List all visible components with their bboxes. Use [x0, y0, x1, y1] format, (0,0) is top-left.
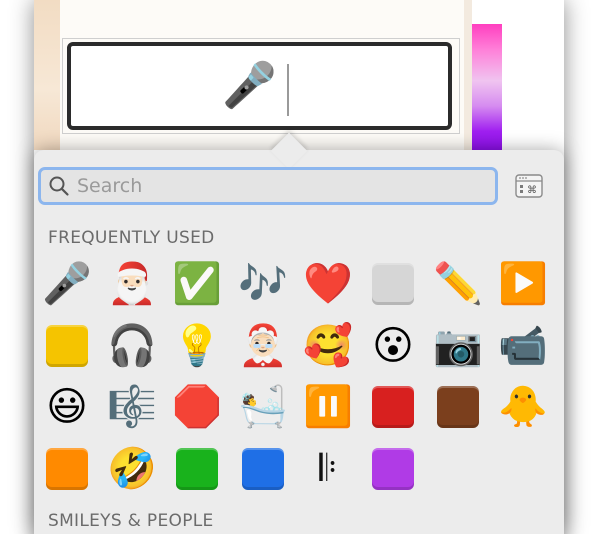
emoji-glyph: ⏸️ — [303, 384, 353, 430]
emoji-button[interactable]: 🟩 — [171, 443, 223, 495]
emoji-button[interactable]: 📷 — [432, 320, 484, 372]
emoji-glyph: 😃 — [46, 384, 88, 430]
emoji-glyph: 🎼 — [107, 384, 157, 430]
inserted-emoji: 🎤 — [222, 60, 277, 111]
search-field[interactable] — [38, 167, 498, 205]
emoji-glyph: ❤️ — [303, 261, 353, 307]
emoji-glyph: 🤣 — [107, 446, 157, 492]
emoji-glyph: 🎧 — [107, 323, 157, 369]
color-square-emoji: ⬜ — [372, 263, 414, 305]
emoji-button[interactable]: 😮 — [367, 320, 419, 372]
category-grid-icon[interactable]: ⌘ — [515, 174, 543, 198]
emoji-glyph: ✅ — [172, 261, 222, 307]
emoji-button[interactable]: ⬜ — [367, 258, 419, 310]
search-input[interactable] — [77, 172, 477, 200]
color-square-emoji: 🟥 — [372, 386, 414, 428]
emoji-glyph: 💡 — [172, 323, 222, 369]
document-margin-right — [464, 0, 472, 150]
emoji-glyph: ▶️ — [498, 261, 548, 307]
emoji-button[interactable]: ✅ — [171, 258, 223, 310]
emoji-glyph: ✏️ — [433, 261, 483, 307]
emoji-button[interactable]: 🎶 — [237, 258, 289, 310]
emoji-glyph: 🛑 — [172, 384, 222, 430]
emoji-button[interactable]: ✏️ — [432, 258, 484, 310]
emoji-glyph: 😮 — [372, 323, 414, 369]
svg-text:⌘: ⌘ — [527, 185, 537, 196]
search-icon — [49, 176, 69, 196]
emoji-button[interactable]: 📹 — [497, 320, 549, 372]
emoji-button[interactable]: 🛑 — [171, 381, 223, 433]
emoji-button[interactable]: 🎅🏻 — [106, 258, 158, 310]
emoji-button[interactable]: ❤️ — [302, 258, 354, 310]
emoji-button[interactable]: 🤣 — [106, 443, 158, 495]
gradient-swatch — [472, 24, 502, 150]
emoji-button[interactable]: 🟧 — [41, 443, 93, 495]
emoji-button[interactable]: 🟦 — [237, 443, 289, 495]
text-cursor — [287, 64, 289, 116]
emoji-button[interactable]: 🎧 — [106, 320, 158, 372]
color-square-emoji: 🟫 — [437, 386, 479, 428]
emoji-glyph: 📷 — [433, 323, 483, 369]
section-title-smileys-people: SMILEYS & PEOPLE — [48, 511, 214, 531]
emoji-button[interactable]: 🟪 — [367, 443, 419, 495]
color-square-emoji: 🟪 — [372, 448, 414, 490]
document-background — [502, 0, 564, 150]
emoji-button[interactable]: 🟫 — [432, 381, 484, 433]
emoji-button[interactable]: 🛀 — [237, 381, 289, 433]
emoji-glyph: 🎤 — [42, 261, 92, 307]
emoji-glyph: 𝄆 — [319, 448, 337, 489]
emoji-button[interactable]: 🎤 — [41, 258, 93, 310]
emoji-glyph: 🥰 — [303, 323, 353, 369]
emoji-glyph: 🎅🏻 — [107, 261, 157, 307]
screen: 🎤 ⌘ FREQUENTLY USED 🎤 🎅🏻 ✅ 🎶 ❤️ ⬜ ✏️ ▶️ 🟨 🎧 💡 🤶🏻 🥰 😮 📷… — [0, 0, 596, 534]
emoji-button[interactable]: 🎼 — [106, 381, 158, 433]
color-square-emoji: 🟧 — [46, 448, 88, 490]
emoji-button[interactable]: ⏸️ — [302, 381, 354, 433]
emoji-button[interactable]: 𝄆 — [302, 443, 354, 495]
emoji-button[interactable]: 😃 — [41, 381, 93, 433]
document-margin — [34, 0, 60, 150]
color-square-emoji: 🟩 — [176, 448, 218, 490]
emoji-glyph: 🐥 — [498, 384, 548, 430]
color-square-emoji: 🟨 — [46, 325, 88, 367]
section-title-frequently-used: FREQUENTLY USED — [48, 228, 215, 248]
emoji-button[interactable]: 💡 — [171, 320, 223, 372]
color-square-emoji: 🟦 — [242, 448, 284, 490]
emoji-button[interactable]: 🐥 — [497, 381, 549, 433]
emoji-button[interactable]: 🥰 — [302, 320, 354, 372]
emoji-button[interactable]: 🤶🏻 — [237, 320, 289, 372]
emoji-glyph: 📹 — [498, 323, 548, 369]
emoji-button[interactable]: ▶️ — [497, 258, 549, 310]
emoji-glyph: 🎶 — [238, 261, 288, 307]
emoji-button[interactable]: 🟨 — [41, 320, 93, 372]
emoji-button[interactable]: 🟥 — [367, 381, 419, 433]
emoji-glyph: 🤶🏻 — [238, 323, 288, 369]
emoji-glyph: 🛀 — [238, 384, 288, 430]
